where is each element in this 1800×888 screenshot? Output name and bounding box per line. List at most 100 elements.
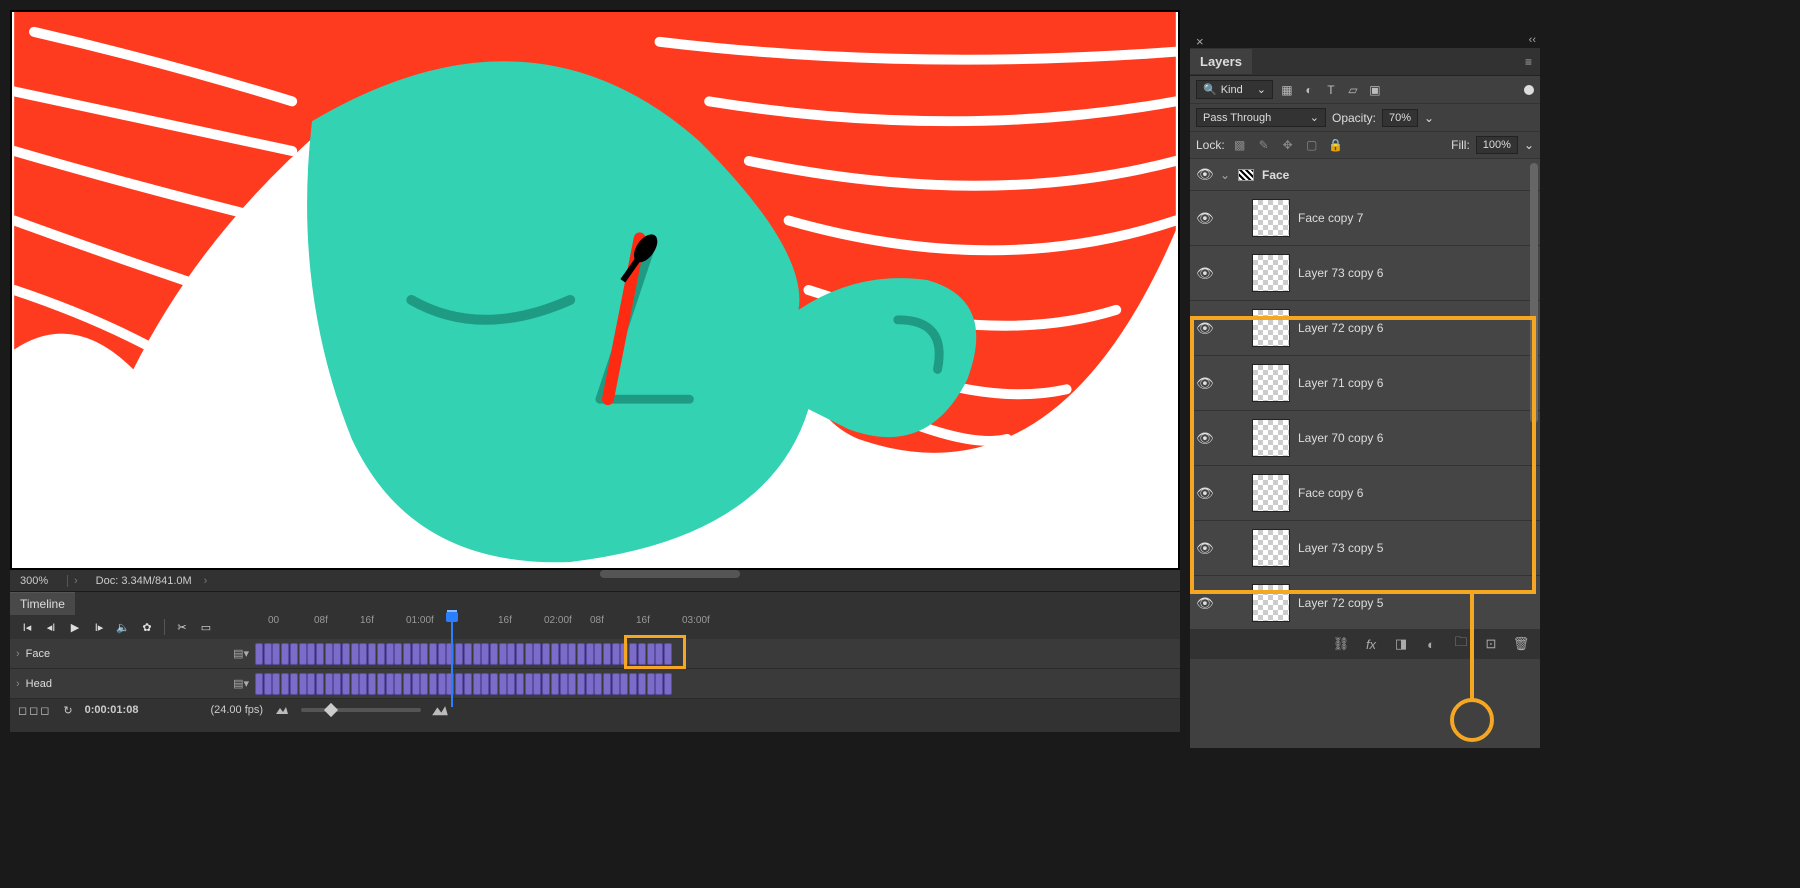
- timeline-frame[interactable]: [351, 643, 359, 665]
- timeline-frame[interactable]: [525, 673, 533, 695]
- timeline-frame[interactable]: [455, 643, 463, 665]
- timeline-frame[interactable]: [664, 673, 672, 695]
- timeline-frame[interactable]: [551, 673, 559, 695]
- timeline-frame[interactable]: [629, 673, 637, 695]
- delete-layer-icon[interactable]: 🗑: [1512, 636, 1530, 652]
- settings-icon[interactable]: ✿: [136, 618, 158, 636]
- layer-thumbnail[interactable]: [1252, 474, 1290, 512]
- timeline-frame[interactable]: [620, 673, 628, 695]
- fill-input[interactable]: 100%: [1476, 136, 1518, 154]
- timeline-frame[interactable]: [377, 673, 385, 695]
- layer-name[interactable]: Layer 73 copy 5: [1298, 541, 1540, 555]
- timeline-frame[interactable]: [429, 643, 437, 665]
- filter-kind-select[interactable]: 🔍Kind ⌄: [1196, 80, 1273, 99]
- layer-row[interactable]: 👁 Layer 70 copy 6: [1190, 411, 1540, 466]
- timeline-frame[interactable]: [342, 643, 350, 665]
- timeline-frame[interactable]: [351, 673, 359, 695]
- loop-button[interactable]: ◻◻◻: [18, 704, 51, 717]
- layer-row[interactable]: 👁 Layer 71 copy 6: [1190, 356, 1540, 411]
- timeline-frame[interactable]: [481, 643, 489, 665]
- timeline-frame[interactable]: [412, 643, 420, 665]
- visibility-icon[interactable]: 👁: [1196, 210, 1212, 227]
- timeline-frame[interactable]: [438, 673, 446, 695]
- timeline-frame[interactable]: [473, 643, 481, 665]
- track-name[interactable]: Head: [26, 678, 52, 690]
- timeline-frame[interactable]: [420, 673, 428, 695]
- filter-pixel-icon[interactable]: ▦: [1279, 83, 1295, 97]
- panel-menu-icon[interactable]: ≡: [1525, 55, 1532, 69]
- timeline-ruler[interactable]: 00 08f 16f 01:00f 16f 02:00f 08f 16f 03:…: [268, 612, 1180, 632]
- layer-name[interactable]: Layer 70 copy 6: [1298, 431, 1540, 445]
- layer-name[interactable]: Face copy 6: [1298, 486, 1540, 500]
- timeline-frame[interactable]: [307, 643, 315, 665]
- timeline-frame[interactable]: [612, 673, 620, 695]
- timeline-frame[interactable]: [525, 643, 533, 665]
- filter-type-icon[interactable]: T: [1323, 83, 1339, 97]
- timeline-frame[interactable]: [490, 643, 498, 665]
- canvas-viewport[interactable]: [10, 10, 1180, 570]
- visibility-icon[interactable]: 👁: [1196, 485, 1212, 502]
- layer-thumbnail[interactable]: [1252, 254, 1290, 292]
- prev-frame-button[interactable]: ◂I: [40, 618, 62, 636]
- timeline-frame[interactable]: [412, 673, 420, 695]
- timeline-timecode[interactable]: 0:00:01:08: [85, 704, 139, 716]
- visibility-icon[interactable]: 👁: [1196, 595, 1212, 612]
- layer-thumbnail[interactable]: [1252, 309, 1290, 347]
- timeline-frame[interactable]: [586, 673, 594, 695]
- layer-name[interactable]: Layer 71 copy 6: [1298, 376, 1540, 390]
- timeline-frame[interactable]: [299, 643, 307, 665]
- timeline-frame[interactable]: [499, 643, 507, 665]
- filter-smartobject-icon[interactable]: ▣: [1367, 83, 1383, 97]
- timeline-frame[interactable]: [386, 643, 394, 665]
- layer-thumbnail[interactable]: [1252, 364, 1290, 402]
- layers-scrollbar[interactable]: [1530, 163, 1538, 423]
- timeline-frame[interactable]: [299, 673, 307, 695]
- timeline-frame[interactable]: [272, 673, 280, 695]
- timeline-frame[interactable]: [638, 673, 646, 695]
- layer-thumbnail[interactable]: [1252, 419, 1290, 457]
- layer-mask-icon[interactable]: ◨: [1392, 636, 1410, 652]
- timeline-frame[interactable]: [516, 643, 524, 665]
- timeline-frame[interactable]: [403, 643, 411, 665]
- layer-name[interactable]: Layer 73 copy 6: [1298, 266, 1540, 280]
- lock-artboard-icon[interactable]: ▢: [1303, 138, 1321, 152]
- layer-row[interactable]: 👁Layer 73 copy 5: [1190, 521, 1540, 576]
- link-layers-icon[interactable]: ⛓: [1332, 636, 1350, 652]
- opacity-input[interactable]: 70%: [1382, 109, 1418, 127]
- layer-style-icon[interactable]: fx: [1362, 637, 1380, 652]
- track-name[interactable]: Face: [26, 648, 50, 660]
- layer-name[interactable]: Face copy 7: [1298, 211, 1540, 225]
- chevron-right-icon[interactable]: ›: [16, 678, 20, 690]
- playhead[interactable]: [451, 612, 453, 707]
- timeline-frame[interactable]: [516, 673, 524, 695]
- zoom-level[interactable]: 300%: [10, 575, 68, 587]
- timeline-frame[interactable]: [403, 673, 411, 695]
- timeline-frame[interactable]: [603, 643, 611, 665]
- layer-thumbnail[interactable]: [1252, 529, 1290, 567]
- timeline-frame[interactable]: [551, 643, 559, 665]
- timeline-frame[interactable]: [568, 673, 576, 695]
- split-button[interactable]: ✂: [171, 618, 193, 636]
- timeline-frame[interactable]: [394, 673, 402, 695]
- timeline-frame[interactable]: [281, 643, 289, 665]
- timeline-frame[interactable]: [264, 673, 272, 695]
- timeline-frame[interactable]: [316, 643, 324, 665]
- timeline-frame[interactable]: [577, 643, 585, 665]
- timeline-frame[interactable]: [533, 643, 541, 665]
- timeline-frame[interactable]: [594, 673, 602, 695]
- layer-row[interactable]: 👁Layer 72 copy 5: [1190, 576, 1540, 629]
- timeline-frame[interactable]: [586, 643, 594, 665]
- timeline-frame[interactable]: [281, 673, 289, 695]
- timeline-frame[interactable]: [386, 673, 394, 695]
- first-frame-button[interactable]: I◂: [16, 618, 38, 636]
- layers-list[interactable]: 👁 ⌄ Face 👁Face copy 7👁Layer 73 copy 6👁La…: [1190, 159, 1540, 629]
- visibility-icon[interactable]: 👁: [1196, 430, 1212, 447]
- track-options-icon[interactable]: ▤▾: [233, 677, 249, 690]
- layer-row[interactable]: 👁Layer 73 copy 6: [1190, 246, 1540, 301]
- timeline-frame[interactable]: [655, 673, 663, 695]
- visibility-icon[interactable]: 👁: [1196, 375, 1212, 392]
- lock-position-icon[interactable]: ✥: [1279, 138, 1297, 152]
- timeline-frame[interactable]: [533, 673, 541, 695]
- timeline-frame[interactable]: [342, 673, 350, 695]
- layer-name[interactable]: Layer 72 copy 6: [1298, 321, 1540, 335]
